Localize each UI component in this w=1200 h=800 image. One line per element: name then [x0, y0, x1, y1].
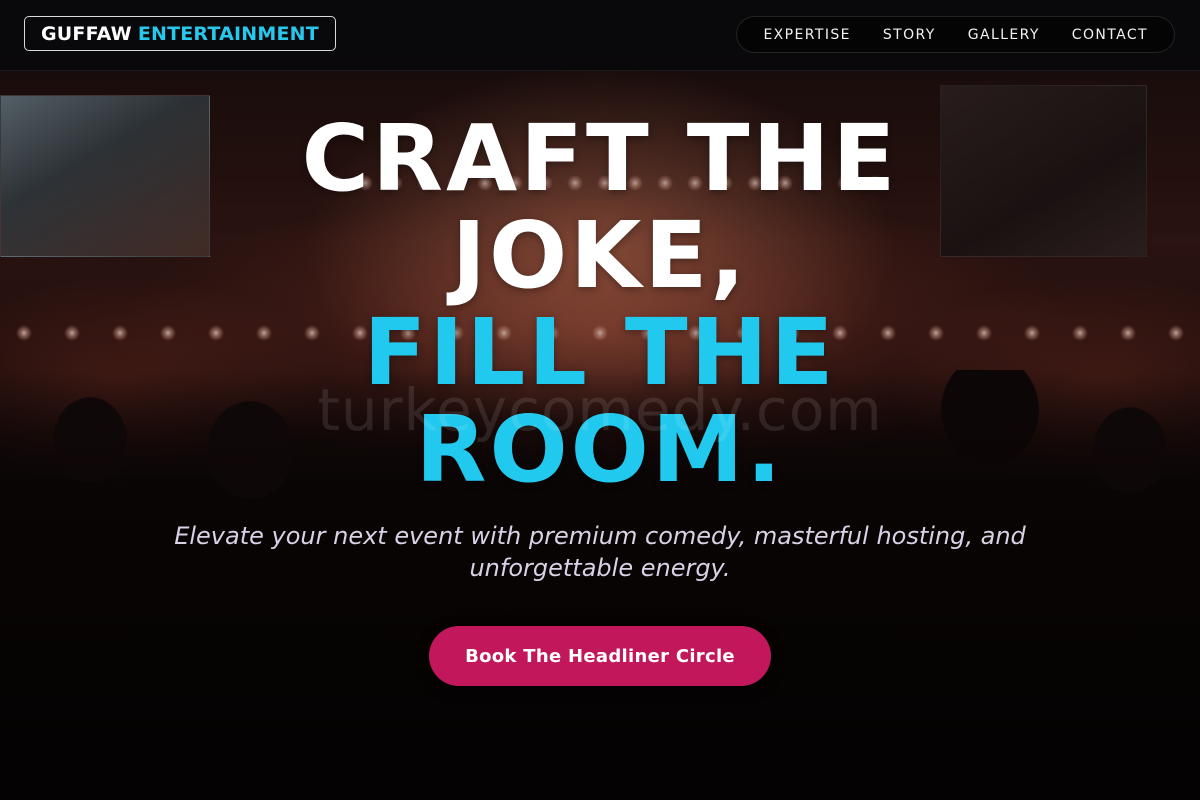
main-nav: EXPERTISE STORY GALLERY CONTACT: [736, 16, 1175, 53]
nav-item-expertise[interactable]: EXPERTISE: [747, 27, 866, 43]
book-headliner-button[interactable]: Book The Headliner Circle: [429, 626, 771, 686]
site-header: GUFFAW ENTERTAINMENT EXPERTISE STORY GAL…: [0, 0, 1200, 71]
hero-headline: CRAFT THE JOKE, FILL THE ROOM.: [0, 110, 1200, 498]
headline-line-3: FILL THE: [363, 299, 837, 406]
page: GUFFAW ENTERTAINMENT EXPERTISE STORY GAL…: [0, 0, 1200, 800]
headline-line-2: JOKE,: [451, 202, 749, 309]
nav-item-contact[interactable]: CONTACT: [1056, 27, 1164, 43]
brand-logo[interactable]: GUFFAW ENTERTAINMENT: [24, 16, 336, 51]
brand-name-primary: GUFFAW: [41, 22, 132, 45]
nav-item-story[interactable]: STORY: [867, 27, 952, 43]
hero-section: CRAFT THE JOKE, FILL THE ROOM.: [0, 110, 1200, 498]
hero-subtitle: Elevate your next event with premium com…: [174, 522, 1026, 582]
headline-line-4: ROOM.: [415, 396, 785, 503]
nav-item-gallery[interactable]: GALLERY: [952, 27, 1056, 43]
brand-name-accent: ENTERTAINMENT: [137, 22, 319, 45]
headline-line-1: CRAFT THE: [301, 105, 899, 212]
